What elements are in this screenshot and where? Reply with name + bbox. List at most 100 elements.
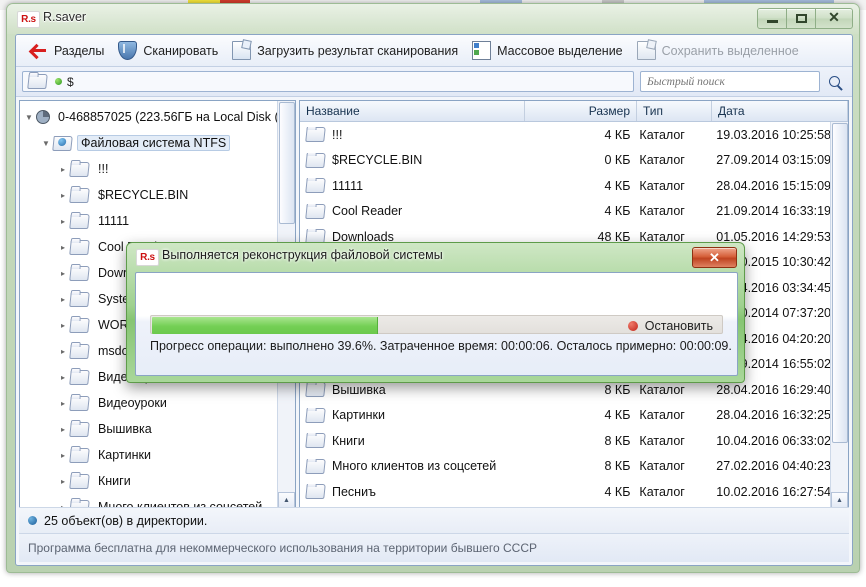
- cell-name-label: Cool Reader: [332, 204, 402, 218]
- column-header-name[interactable]: Название: [300, 101, 525, 121]
- tree-node[interactable]: ▸Книги: [22, 468, 278, 494]
- cell-date: 28.04.2016 16:32:25: [711, 408, 831, 422]
- dialog-body: Остановить Прогресс операции: выполнено …: [135, 272, 738, 376]
- status-license-text: Программа бесплатна для некоммерческого …: [28, 541, 537, 555]
- progress-bar-fill: [152, 317, 378, 334]
- toolbar: Разделы Сканировать Загрузить результат …: [16, 35, 852, 67]
- cell-size: 0 КБ: [525, 153, 637, 167]
- folder-icon: [305, 459, 326, 474]
- column-header-date[interactable]: Дата: [712, 101, 848, 121]
- title-bar[interactable]: R.s R.saver ✕: [7, 4, 859, 34]
- cell-name-label: Книги: [332, 434, 365, 448]
- expander-expand-icon[interactable]: ▸: [56, 243, 70, 252]
- table-row[interactable]: 111114 КБКаталог28.04.2016 15:15:09: [300, 173, 831, 199]
- dialog-title-bar[interactable]: R.s Выполняется реконструкция файловой с…: [127, 243, 744, 271]
- expander-expand-icon[interactable]: ▸: [56, 399, 70, 408]
- status-bar-objects: 25 объект(ов) в директории.: [19, 507, 849, 533]
- expander-collapse-icon[interactable]: ▼: [22, 113, 36, 122]
- folder-icon: [69, 188, 90, 203]
- close-button[interactable]: ✕: [815, 8, 853, 29]
- tree-node-label: 0-468857025 (223.56ГБ на Local Disk (D:)…: [55, 109, 278, 125]
- search-input-wrapper[interactable]: [640, 71, 820, 92]
- toolbar-button-load-scan-result[interactable]: Загрузить результат сканирования: [225, 39, 465, 63]
- table-row[interactable]: Cool Reader4 КБКаталог21.09.2014 16:33:1…: [300, 199, 831, 225]
- dialog-title: Выполняется реконструкция файловой систе…: [162, 248, 443, 262]
- expander-expand-icon[interactable]: ▸: [56, 295, 70, 304]
- cell-type: Каталог: [636, 408, 711, 422]
- expander-expand-icon[interactable]: ▸: [56, 321, 70, 330]
- minimize-button[interactable]: [757, 8, 787, 29]
- tree-node[interactable]: ▸Вышивка: [22, 416, 278, 442]
- toolbar-button-save-selected[interactable]: Сохранить выделенное: [630, 39, 806, 63]
- cell-size: 8 КБ: [525, 434, 637, 448]
- table-row[interactable]: !!!4 КБКаталог19.03.2016 10:25:58: [300, 122, 831, 148]
- tree-node[interactable]: ▸Видеоуроки: [22, 390, 278, 416]
- expander-expand-icon[interactable]: ▸: [56, 373, 70, 382]
- table-row[interactable]: Картинки4 КБКаталог28.04.2016 16:32:25: [300, 403, 831, 429]
- expander-expand-icon[interactable]: ▸: [56, 191, 70, 200]
- magnifier-icon: [829, 76, 840, 87]
- shield-scan-icon: [118, 41, 137, 60]
- expander-expand-icon[interactable]: ▸: [56, 451, 70, 460]
- folder-icon: [69, 292, 90, 307]
- table-row[interactable]: Песниъ4 КБКаталог10.02.2016 16:27:54: [300, 479, 831, 505]
- column-header-size[interactable]: Размер: [525, 101, 637, 121]
- blue-status-dot: [28, 516, 37, 525]
- search-input[interactable]: [645, 75, 815, 89]
- folder-icon: [69, 162, 90, 177]
- dialog-close-button[interactable]: ✕: [692, 247, 737, 268]
- file-list-vscroll-thumb[interactable]: [832, 123, 848, 443]
- back-arrow-icon: [31, 42, 48, 59]
- tree-node[interactable]: ▸$RECYCLE.BIN: [22, 182, 278, 208]
- table-row[interactable]: $RECYCLE.BIN0 КБКаталог27.09.2014 03:15:…: [300, 148, 831, 174]
- window-title: R.saver: [43, 10, 86, 24]
- tree-vscroll-thumb[interactable]: [279, 102, 295, 224]
- stop-button[interactable]: Остановить: [622, 317, 719, 334]
- status-objects-text: 25 объект(ов) в директории.: [44, 514, 207, 528]
- tree-node[interactable]: ▸!!!: [22, 156, 278, 182]
- path-breadcrumb[interactable]: $: [22, 71, 634, 92]
- tree-node[interactable]: ▼ 0-468857025 (223.56ГБ на Local Disk (D:…: [22, 104, 278, 130]
- expander-expand-icon[interactable]: ▸: [56, 269, 70, 278]
- tree-node[interactable]: ▸11111: [22, 208, 278, 234]
- folder-icon: [69, 318, 90, 333]
- expander-collapse-icon[interactable]: ▼: [39, 139, 53, 148]
- tree-node[interactable]: ▼Файловая система NTFS: [22, 130, 278, 156]
- expander-expand-icon[interactable]: ▸: [56, 347, 70, 356]
- ntfs-volume-icon: [52, 136, 73, 151]
- folder-icon: [69, 474, 90, 489]
- cell-date: 10.04.2016 06:33:02: [711, 434, 831, 448]
- file-list-header: Название Размер Тип Дата: [300, 101, 848, 122]
- folder-icon: [69, 214, 90, 229]
- column-header-type[interactable]: Тип: [637, 101, 712, 121]
- expander-expand-icon[interactable]: ▸: [56, 477, 70, 486]
- toolbar-button-mass-select[interactable]: Массовое выделение: [465, 39, 630, 63]
- cell-name-label: Много клиентов из соцсетей: [332, 459, 496, 473]
- folder-icon: [69, 240, 90, 255]
- expander-expand-icon[interactable]: ▸: [56, 425, 70, 434]
- path-row: $: [16, 67, 852, 97]
- folder-icon: [305, 153, 326, 168]
- cell-name-label: Вышивка: [332, 383, 386, 397]
- expander-expand-icon[interactable]: ▸: [56, 217, 70, 226]
- tree-node[interactable]: ▸Картинки: [22, 442, 278, 468]
- toolbar-button-scan[interactable]: Сканировать: [111, 39, 225, 63]
- cell-type: Каталог: [636, 204, 711, 218]
- cell-type: Каталог: [636, 459, 711, 473]
- close-icon: ✕: [828, 12, 840, 26]
- cell-name: $RECYCLE.BIN: [300, 153, 525, 168]
- multi-select-grid-icon: [472, 41, 491, 60]
- expander-expand-icon[interactable]: ▸: [56, 165, 70, 174]
- progress-row: Остановить: [150, 315, 723, 334]
- table-row[interactable]: Много клиентов из соцсетей8 КБКаталог27.…: [300, 454, 831, 480]
- green-status-dot: [55, 78, 62, 85]
- search-button[interactable]: [822, 71, 846, 92]
- folder-icon: [69, 266, 90, 281]
- cell-name-label: $RECYCLE.BIN: [332, 153, 422, 167]
- maximize-button[interactable]: [786, 8, 816, 29]
- file-list-vertical-scrollbar[interactable]: ▲ ▼: [830, 122, 848, 526]
- cell-name: Много клиентов из соцсетей: [300, 459, 525, 474]
- toolbar-button-sections[interactable]: Разделы: [24, 39, 111, 63]
- red-stop-dot: [628, 321, 638, 331]
- table-row[interactable]: Книги8 КБКаталог10.04.2016 06:33:02: [300, 428, 831, 454]
